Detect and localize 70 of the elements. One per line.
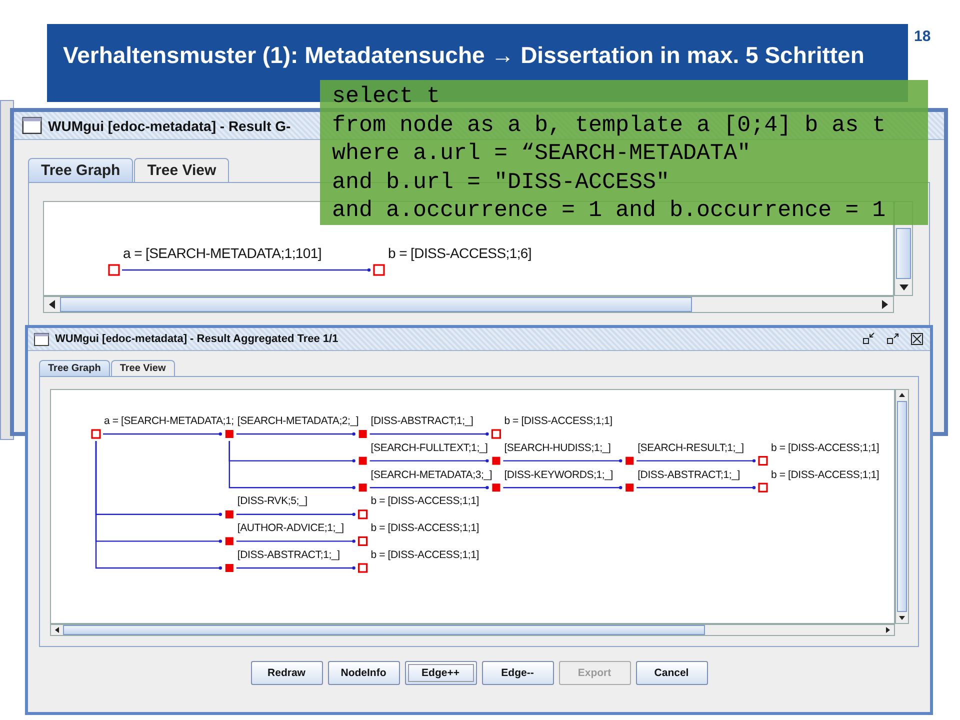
page-number: 18 bbox=[914, 28, 931, 45]
tree-node[interactable] bbox=[225, 564, 234, 572]
tree-node[interactable] bbox=[492, 456, 500, 465]
window-icon bbox=[34, 332, 49, 346]
tree-node[interactable] bbox=[491, 429, 501, 439]
tree-node[interactable] bbox=[626, 484, 634, 492]
tree-node[interactable] bbox=[758, 456, 768, 466]
query-line: where a.url = “SEARCH-METADATA" bbox=[332, 139, 752, 168]
tree-node[interactable] bbox=[358, 456, 367, 465]
tree-node[interactable] bbox=[626, 456, 634, 465]
tab[interactable]: Tree View bbox=[134, 158, 230, 182]
close-icon[interactable] bbox=[910, 332, 924, 346]
action-button[interactable]: Edge-- bbox=[482, 661, 554, 685]
window-title: WUMgui [edoc-metadata] - Result Aggregated Tree 1/1 bbox=[55, 333, 338, 345]
node-label: b = [DISS-ACCESS;1;1] bbox=[771, 442, 880, 454]
scroll-thumb[interactable] bbox=[63, 625, 705, 635]
horizontal-scrollbar[interactable] bbox=[43, 296, 894, 313]
tree-node[interactable] bbox=[492, 484, 500, 492]
scroll-thumb[interactable] bbox=[897, 401, 907, 612]
maximize-icon[interactable] bbox=[886, 332, 900, 346]
node-label: [SEARCH-FULLTEXT;1;_] bbox=[370, 442, 488, 454]
vertical-scrollbar[interactable] bbox=[895, 389, 909, 624]
tab[interactable]: Tree View bbox=[110, 360, 175, 376]
node-label: [SEARCH-METADATA;3;_] bbox=[370, 468, 492, 481]
window-title: WUMgui [edoc-metadata] - Result G- bbox=[48, 118, 291, 134]
node-label: [DISS-ABSTRACT;1;_] bbox=[237, 549, 340, 561]
tree-node[interactable] bbox=[758, 482, 768, 492]
node-label: [SEARCH-RESULT;1;_] bbox=[638, 442, 744, 454]
node-label: b = [DISS-ACCESS;1;6] bbox=[388, 245, 532, 261]
tab[interactable]: Tree Graph bbox=[28, 158, 134, 182]
tree-node[interactable] bbox=[358, 510, 368, 520]
slide-title: Verhaltensmuster (1): Metadatensuche → Dissertation in max. 5 Schritten bbox=[63, 42, 864, 68]
tree-node[interactable] bbox=[358, 536, 368, 546]
tree-node[interactable] bbox=[358, 484, 367, 492]
tree-node[interactable] bbox=[91, 429, 101, 439]
minimize-icon[interactable] bbox=[862, 332, 876, 346]
scroll-thumb[interactable] bbox=[60, 297, 692, 312]
node-label: [SEARCH-METADATA;2;_] bbox=[237, 415, 359, 427]
node-label: b = [DISS-ACCESS;1;1] bbox=[370, 495, 479, 508]
tree-node[interactable] bbox=[108, 264, 120, 276]
node-label: [SEARCH-HUDISS;1;_] bbox=[504, 442, 611, 454]
node-label: [DISS-RVK;5;_] bbox=[237, 495, 308, 508]
node-label: b = [DISS-ACCESS;1;1] bbox=[370, 549, 479, 561]
node-label: b = [DISS-ACCESS;1;1] bbox=[771, 468, 880, 481]
window-icon bbox=[22, 117, 42, 134]
tree-node[interactable] bbox=[225, 537, 234, 546]
node-label: b = [DISS-ACCESS;1;1] bbox=[504, 415, 612, 427]
node-label: a = [SEARCH-METADATA;1; bbox=[104, 415, 234, 427]
node-label: [DISS-KEYWORDS;1;_] bbox=[504, 468, 613, 481]
action-button[interactable]: Cancel bbox=[636, 661, 708, 685]
query-line: from node as a b, template a [0;4] b as t bbox=[332, 110, 887, 140]
node-label: [DISS-ABSTRACT;1;_] bbox=[638, 468, 740, 481]
tree-node[interactable] bbox=[358, 430, 367, 438]
tree-node[interactable] bbox=[225, 510, 234, 518]
scroll-thumb[interactable] bbox=[896, 228, 911, 279]
node-label: [AUTHOR-ADVICE;1;_] bbox=[237, 522, 344, 534]
horizontal-scrollbar[interactable] bbox=[50, 624, 895, 636]
node-label: [DISS-ABSTRACT;1;_] bbox=[370, 415, 474, 427]
query-line: and a.occurrence = 1 and b.occurrence = 1 bbox=[332, 196, 887, 225]
action-button[interactable]: Redraw bbox=[250, 661, 322, 685]
query-line: select t bbox=[332, 82, 442, 111]
node-label: a = [SEARCH-METADATA;1;101] bbox=[123, 245, 322, 261]
action-button[interactable]: Edge++ bbox=[404, 661, 476, 685]
tree-node[interactable] bbox=[225, 430, 234, 438]
tab[interactable]: Tree Graph bbox=[39, 360, 110, 376]
node-label: b = [DISS-ACCESS;1;1] bbox=[370, 522, 479, 534]
tree-node[interactable] bbox=[373, 264, 385, 276]
query-line: and b.url = "DISS-ACCESS" bbox=[332, 168, 671, 196]
tree-node[interactable] bbox=[358, 563, 368, 573]
action-button[interactable]: NodeInfo bbox=[328, 661, 400, 685]
